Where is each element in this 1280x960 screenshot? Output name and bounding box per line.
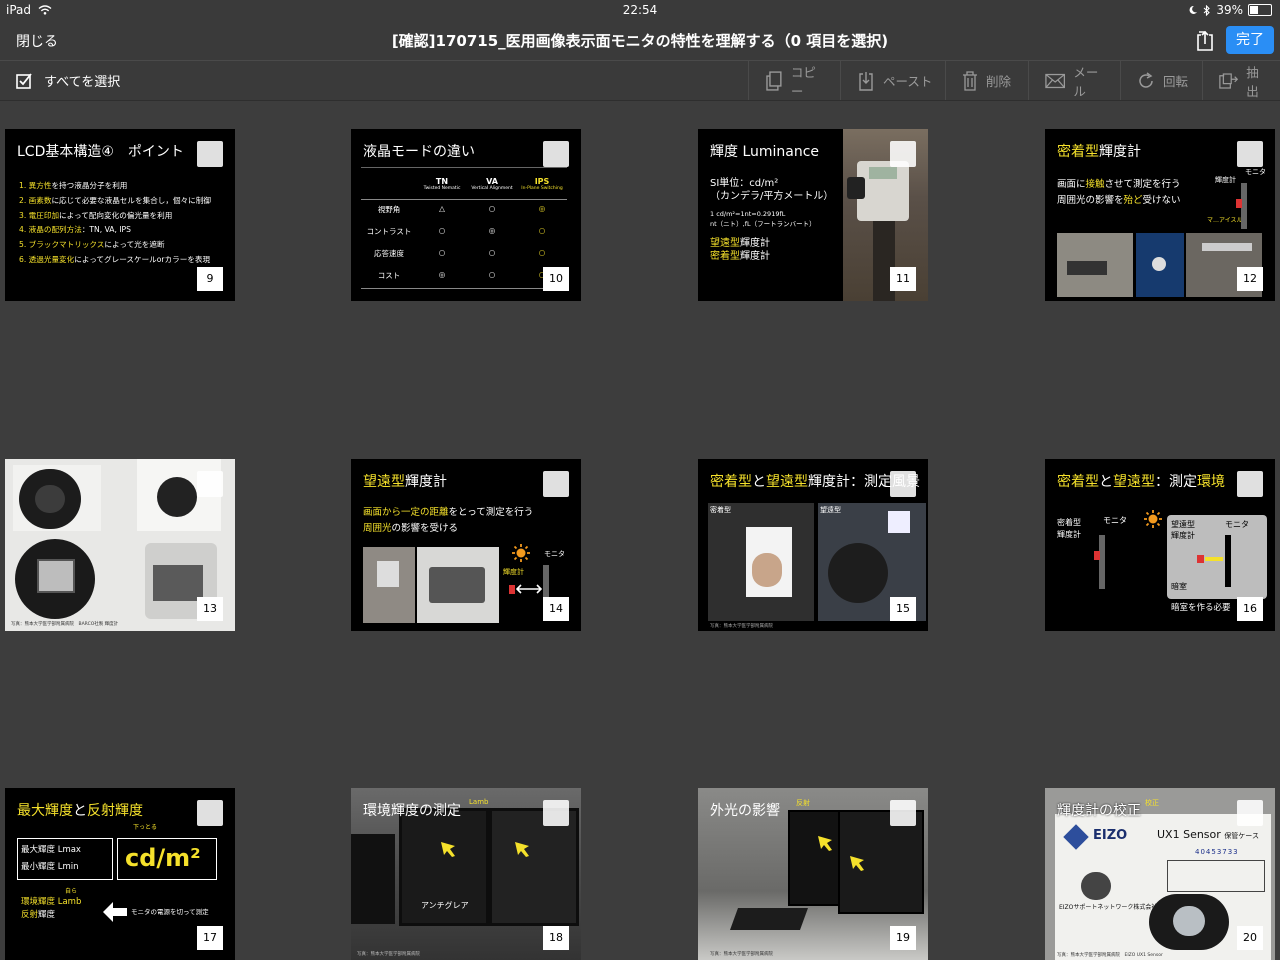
- table-row: 視野角 △ ○ ◎: [377, 204, 546, 214]
- table-row: 応答速度 ○ ○ ○: [374, 248, 546, 258]
- page-thumbnail-14[interactable]: 望遠型輝度計 画面から一定の距離をとって測定を行う 周囲光の影響を受ける モニタ…: [351, 459, 581, 631]
- select-checkbox[interactable]: [1237, 141, 1263, 167]
- extract-button[interactable]: 抽出: [1202, 61, 1280, 100]
- page-number: 10: [543, 267, 569, 291]
- bluetooth-icon: [1203, 4, 1211, 16]
- page-grid: LCD基本構造④ ポイント 1. 異方性を持つ液晶分子を利用 2. 画素数に応じ…: [0, 100, 1280, 960]
- paste-icon: [859, 71, 873, 91]
- page-number: 17: [197, 926, 223, 950]
- rotate-icon: [1139, 71, 1153, 88]
- slide-title: 望遠型輝度計: [363, 474, 447, 490]
- sun-icon: [512, 544, 530, 562]
- select-all-button[interactable]: すべてを選択: [16, 71, 120, 90]
- page-number: 11: [890, 267, 916, 291]
- page-thumbnail-13[interactable]: 写真：熊本大学医学部附属病院 BARCO社製 輝度計 13: [5, 459, 235, 631]
- share-icon[interactable]: [1193, 28, 1217, 52]
- page-number: 12: [1237, 267, 1263, 291]
- select-checkbox[interactable]: [890, 141, 916, 167]
- list-item: 1. 異方性を持つ液晶分子を利用: [19, 181, 128, 190]
- slide-title: LCD基本構造④ ポイント: [17, 144, 184, 160]
- battery-percent: 39%: [1216, 3, 1243, 17]
- page-thumbnail-16[interactable]: 密着型と望遠型：測定環境 密着型 輝度計 モニタ 望遠型 輝度計 モニタ 暗室 …: [1045, 459, 1275, 631]
- mail-icon: [1045, 73, 1066, 88]
- comparison-table: TN Twisted Nematic VA Vertical Alignment I…: [361, 177, 567, 289]
- slide-title: 密着型輝度計: [1057, 144, 1141, 160]
- status-time: 22:54: [622, 3, 658, 17]
- list-item: 3. 電圧印加によって配向変化の偏光量を利用: [19, 210, 173, 220]
- slide-title: 輝度 Luminance: [710, 144, 820, 160]
- select-checkbox[interactable]: [1237, 800, 1263, 826]
- table-row: コスト ◎ ○ ○: [377, 270, 546, 280]
- select-checkbox[interactable]: [1237, 471, 1263, 497]
- rotate-button[interactable]: 回転: [1120, 61, 1202, 100]
- page-thumbnail-17[interactable]: 最大輝度と反射輝度 最大輝度 Lmax 最小輝度 Lmin cd/m² 下っとる…: [5, 788, 235, 960]
- nav-bar: 閉じる [確認]170715_医用画像表示面モニタの特性を理解する（0 項目を選…: [0, 20, 1280, 61]
- select-checkbox[interactable]: [890, 471, 916, 497]
- delete-button[interactable]: 削除: [945, 61, 1028, 100]
- page-number: 18: [543, 926, 569, 950]
- page-thumbnail-15[interactable]: 密着型と望遠型輝度計：測定風景 密着型 望遠型 写真：熊本大学医学部附属病院 1…: [698, 459, 928, 631]
- list-item: 5. ブラックマトリックスによって光を遮断: [19, 240, 165, 250]
- slide-title: 輝度計の校正: [1057, 803, 1141, 819]
- slide-title: 液晶モードの違い: [363, 144, 475, 160]
- page-number: 20: [1237, 926, 1263, 950]
- page-thumbnail-9[interactable]: LCD基本構造④ ポイント 1. 異方性を持つ液晶分子を利用 2. 画素数に応じ…: [5, 129, 235, 301]
- checkbox-icon: [16, 72, 32, 89]
- select-checkbox[interactable]: [197, 800, 223, 826]
- battery-icon: [1248, 4, 1272, 16]
- list-item: 2. 画素数に応じて必要な液晶セルを集合し，個々に制御: [19, 195, 211, 205]
- page-number: 19: [890, 926, 916, 950]
- slide-point-list: 1. 異方性を持つ液晶分子を利用 2. 画素数に応じて必要な液晶セルを集合し，個…: [19, 179, 211, 268]
- page-thumbnail-19[interactable]: 外光の影響 反射 写真：熊本大学医学部附属病院 19: [698, 788, 928, 960]
- page-thumbnail-11[interactable]: 輝度 Luminance SI単位：cd/m² （カンデラ/平方メートル） 1 …: [698, 129, 928, 301]
- meter-photo: [13, 465, 101, 531]
- document-title: [確認]170715_医用画像表示面モニタの特性を理解する（0 項目を選択): [391, 32, 889, 50]
- copy-button[interactable]: コピー: [748, 61, 840, 100]
- page-number: 13: [197, 597, 223, 621]
- slide-title: 密着型と望遠型輝度計：測定風景: [710, 474, 920, 490]
- select-checkbox[interactable]: [890, 800, 916, 826]
- page-thumbnail-18[interactable]: 環境輝度の測定 Lamb アンチグレア 写真：熊本大学医学部附属病院 18: [351, 788, 581, 960]
- copy-icon: [766, 70, 782, 91]
- select-checkbox[interactable]: [197, 141, 223, 167]
- moon-icon: [1189, 5, 1198, 14]
- select-checkbox[interactable]: [543, 471, 569, 497]
- page-number: 9: [197, 267, 223, 291]
- select-checkbox[interactable]: [543, 141, 569, 167]
- select-checkbox[interactable]: [543, 800, 569, 826]
- page-number: 14: [543, 597, 569, 621]
- slide-title: 密着型と望遠型：測定環境: [1057, 474, 1225, 490]
- slide-title: 環境輝度の測定: [363, 803, 461, 819]
- select-all-label: すべてを選択: [44, 75, 121, 90]
- slide-title: 外光の影響: [710, 803, 780, 819]
- table-row: コントラスト ○ ◎ ○: [366, 226, 546, 236]
- page-number: 16: [1237, 597, 1263, 621]
- mail-button[interactable]: メール: [1028, 61, 1120, 100]
- trash-icon: [963, 70, 977, 91]
- page-thumbnail-12[interactable]: 密着型輝度計 画面に接触させて測定を行う 周囲光の影響を殆ど受けない 輝度計 モ…: [1045, 129, 1275, 301]
- list-item: 4. 液晶の配列方法：TN, VA, IPS: [19, 225, 131, 235]
- list-item: 6. 透過光量変化によってグレースケールorカラーを表現: [19, 254, 211, 264]
- paste-button[interactable]: ペースト: [840, 61, 945, 100]
- toolbar: すべてを選択 コピー ペースト 削除 メール 回転 抽出: [0, 61, 1280, 101]
- page-number: 15: [890, 597, 916, 621]
- slide-title: 最大輝度と反射輝度: [17, 803, 143, 819]
- extract-icon: [1219, 72, 1239, 89]
- select-checkbox[interactable]: [197, 471, 223, 497]
- status-bar: iPad 22:54 39%: [0, 0, 1280, 20]
- done-button[interactable]: 完了: [1226, 26, 1274, 54]
- page-thumbnail-20[interactable]: EIZO UX1 Sensor 保管ケース 40453733 EIZOサポートネ…: [1045, 788, 1275, 960]
- page-thumbnail-10[interactable]: 液晶モードの違い TN Twisted Nematic VA Vertical Al…: [351, 129, 581, 301]
